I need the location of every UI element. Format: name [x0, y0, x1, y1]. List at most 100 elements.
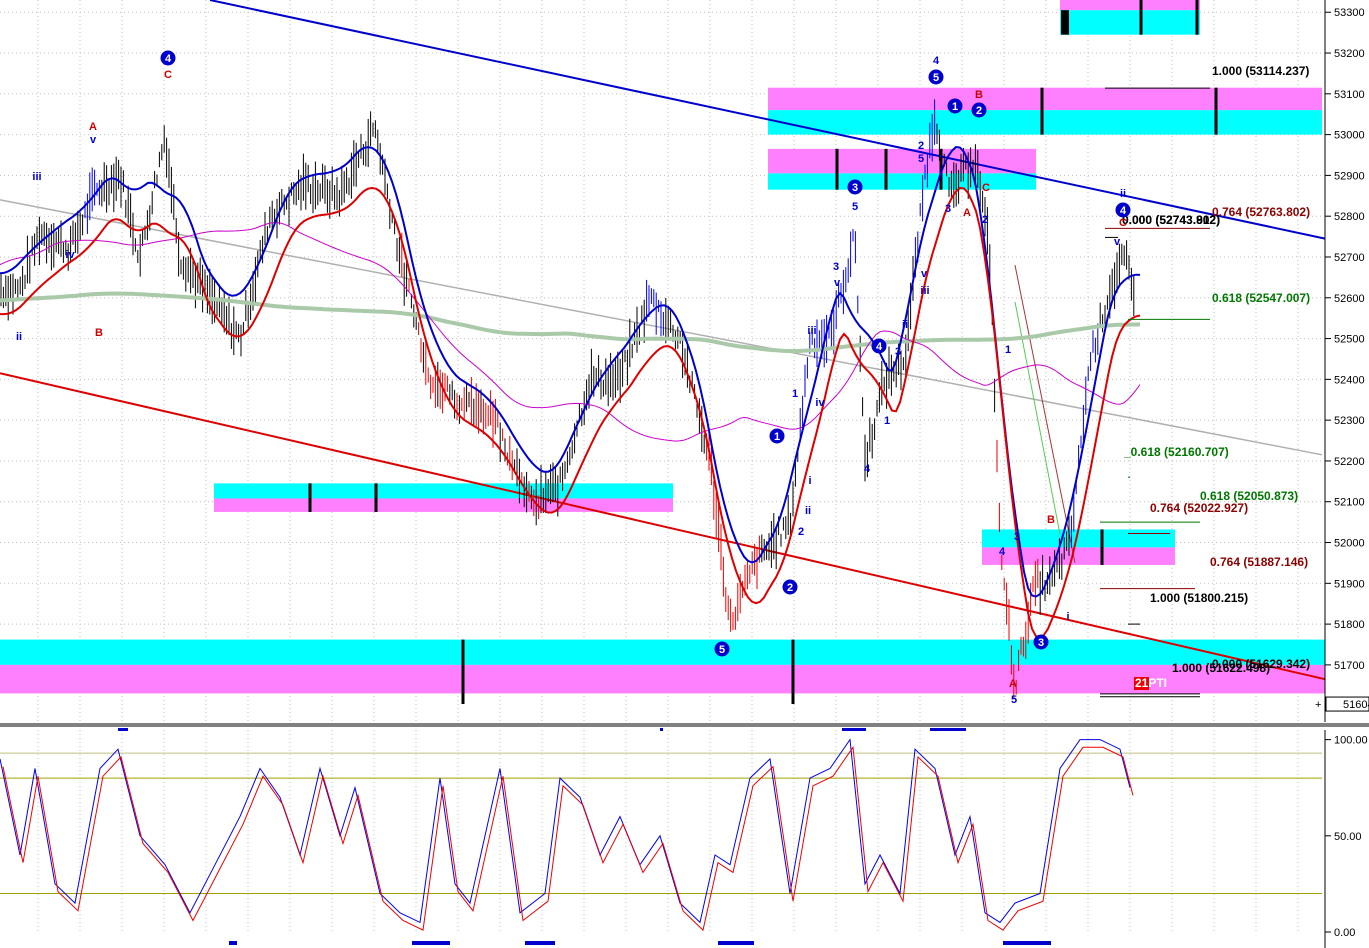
- top-time-marker: [842, 728, 866, 731]
- wave-label: v: [90, 134, 97, 146]
- cursor-icon: +: [1315, 699, 1321, 711]
- pti-marker: 21PTI: [1135, 676, 1167, 690]
- top-time-marker: [118, 728, 128, 731]
- wave-label: B: [95, 327, 103, 339]
- wave-label: 3: [833, 261, 839, 273]
- price-tick-label: 52400: [1334, 374, 1365, 386]
- wave-label-circled: 5: [933, 72, 939, 84]
- price-tick-label: 52600: [1334, 293, 1365, 305]
- fib-label: 1.000 (51622.498): [1172, 661, 1270, 675]
- top-time-marker: [930, 728, 966, 731]
- fib-label: 0.764 (52763.802): [1212, 205, 1310, 219]
- wave-label-circled: 4: [1120, 205, 1127, 217]
- wave-label: ii: [902, 319, 908, 331]
- wave-label: 1: [884, 415, 890, 427]
- chart-background: [0, 0, 1369, 948]
- wave-label: 5: [852, 201, 858, 213]
- bottom-time-marker: [229, 941, 237, 945]
- wave-label: C: [1119, 217, 1127, 229]
- zone-band: [214, 483, 673, 499]
- zone-marker: [1061, 10, 1069, 35]
- fib-label: 0.764 (51887.146): [1210, 555, 1308, 569]
- fib-label: _0.618 (52160.707): [1123, 445, 1229, 459]
- price-tick-label: 52700: [1334, 252, 1365, 264]
- wave-label: B: [1047, 514, 1055, 526]
- wave-label: 3: [945, 203, 951, 215]
- wave-label: ii: [805, 505, 811, 517]
- fib-label: 1.000 (53114.237): [1212, 64, 1309, 78]
- price-tick-label: 52800: [1334, 211, 1365, 223]
- wave-label: v: [1114, 236, 1121, 248]
- wave-label: i: [1066, 611, 1069, 623]
- wave-label-circled: 3: [852, 182, 858, 194]
- price-tick-label: 51900: [1334, 578, 1365, 590]
- wave-label-circled: 1: [952, 101, 958, 113]
- bottom-time-marker: [412, 941, 450, 945]
- wave-label: iii: [920, 285, 929, 297]
- wave-label-circled: 5: [719, 644, 725, 656]
- bottom-time-marker: [1003, 941, 1051, 945]
- fib-label: 0.764 (52022.927): [1150, 501, 1248, 515]
- zone-band: [214, 498, 673, 512]
- wave-label: 2: [982, 214, 988, 226]
- price-tick-label: 52200: [1334, 456, 1365, 468]
- wave-label: 2: [918, 140, 924, 152]
- wave-label: v: [834, 277, 841, 289]
- osc-tick-label: 0.00: [1334, 927, 1355, 939]
- wave-label-circled: 2: [976, 105, 982, 117]
- wave-label: 4: [933, 55, 940, 67]
- wave-label-circled: 4: [165, 53, 172, 65]
- wave-label: 1: [1005, 344, 1011, 356]
- zone-band: [982, 547, 1175, 565]
- price-tick-label: 53100: [1334, 89, 1365, 101]
- wave-label-circled: 2: [787, 582, 793, 594]
- price-tick-label: 52300: [1334, 415, 1365, 427]
- price-chart: 1.000 (53114.237) 0.764 (52763.802)0.000 …: [0, 0, 1369, 948]
- wave-label: 5: [918, 153, 924, 165]
- wave-label: B: [975, 89, 983, 101]
- price-tick-label: 52900: [1334, 170, 1365, 182]
- wave-label-circled: 1: [774, 431, 780, 443]
- price-tick-label: 53000: [1334, 130, 1365, 142]
- zone-band: [0, 639, 1325, 665]
- current-price-label: 51604.: [1343, 699, 1369, 711]
- wave-label: ii: [16, 331, 22, 343]
- wave-label-circled: 4: [876, 341, 883, 353]
- wave-label: 3: [1014, 531, 1020, 543]
- zone-band: [768, 173, 1036, 190]
- price-tick-label: 53200: [1334, 48, 1365, 60]
- osc-tick-label: 50.00: [1334, 831, 1362, 843]
- zone-band: [768, 87, 1322, 111]
- price-tick-label: 52000: [1334, 538, 1365, 550]
- fib-label: 0.618 (52547.007): [1212, 291, 1310, 305]
- price-tick-label: 53300: [1334, 7, 1365, 19]
- bottom-time-marker: [525, 941, 555, 945]
- fib-label: 1.000 (51800.215): [1150, 591, 1248, 605]
- wave-label: 4: [999, 546, 1006, 558]
- price-tick-label: 51800: [1334, 619, 1365, 631]
- wave-label: iii: [32, 171, 41, 183]
- wave-label: C: [164, 69, 172, 81]
- wave-label: 5: [1011, 694, 1017, 706]
- zone-band: [768, 148, 1036, 174]
- zone-band: [1060, 0, 1200, 11]
- price-tick-label: 52500: [1334, 334, 1365, 346]
- zone-band: [768, 110, 1322, 135]
- wave-label: 1: [792, 388, 798, 400]
- wave-label: A: [89, 121, 97, 133]
- price-tick-label: 52100: [1334, 497, 1365, 509]
- wave-label: iii: [807, 325, 816, 337]
- wave-label: iv: [65, 249, 75, 261]
- wave-label: v: [921, 268, 928, 280]
- wave-label: iv: [815, 397, 825, 409]
- wave-label: 4: [864, 463, 871, 475]
- wave-label: A: [963, 207, 971, 219]
- wave-label-circled: 3: [1038, 637, 1044, 649]
- wave-label: C: [982, 182, 990, 194]
- top-time-marker: [660, 728, 663, 731]
- wave-label: i: [808, 475, 811, 487]
- zone-band: [0, 664, 1325, 694]
- wave-label: A: [1009, 678, 1017, 690]
- price-tick-label: 51700: [1334, 660, 1365, 672]
- bottom-time-marker: [718, 941, 754, 945]
